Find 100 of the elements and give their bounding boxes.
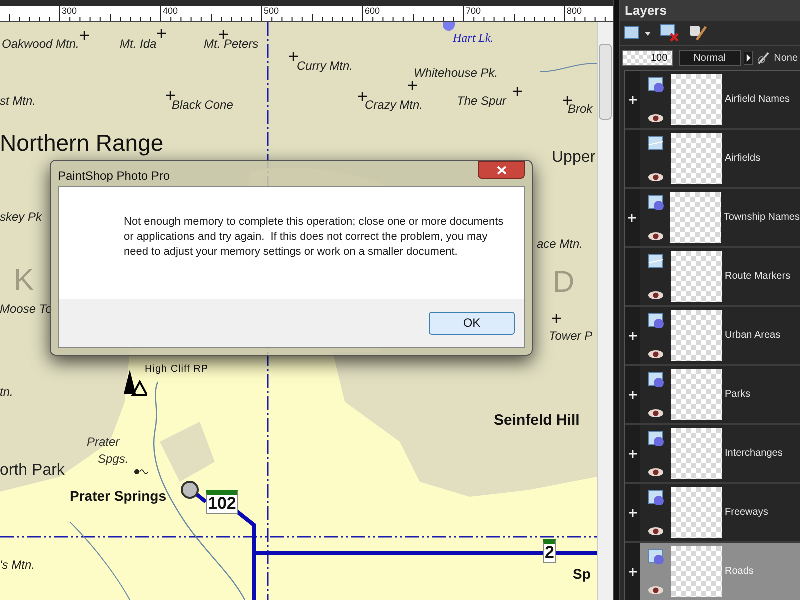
lake-shape [443, 22, 455, 31]
expand-icon[interactable] [628, 96, 636, 104]
ruler-label: 300 [62, 6, 78, 16]
visibility-eye-icon[interactable] [648, 350, 664, 358]
visibility-eye-icon[interactable] [648, 586, 664, 594]
layer-thumbnail [671, 546, 722, 597]
upland-patch [160, 422, 215, 482]
expand-icon[interactable] [628, 508, 636, 516]
layer-row[interactable]: Interchanges [625, 425, 800, 484]
map-label: 's Mtn. [0, 559, 35, 571]
layer-name[interactable]: Parks [725, 387, 751, 402]
map-label: Prater Springs [70, 489, 166, 503]
link-icon[interactable] [756, 50, 772, 66]
visibility-eye-icon[interactable] [648, 408, 664, 418]
map-label: Whitehouse Pk. [414, 67, 498, 79]
visibility-eye-icon[interactable] [648, 526, 664, 536]
layer-thumbnail [671, 133, 722, 184]
map-label: orth Park [0, 463, 65, 479]
mask-brush-icon[interactable] [688, 24, 708, 42]
visibility-eye-icon[interactable] [648, 290, 664, 300]
map-label: Mt. Ida [120, 38, 157, 50]
peak-marker-icon [289, 52, 298, 61]
link-mode-dropdown[interactable]: None [774, 50, 798, 66]
expand-icon[interactable] [628, 390, 636, 398]
campground-icon [123, 370, 147, 396]
map-label: Tower P [549, 330, 593, 342]
ruler-label: 700 [466, 6, 482, 16]
expand-icon[interactable] [628, 568, 636, 576]
map-label: skey Pk [0, 211, 42, 223]
map-label: Sp [573, 567, 591, 581]
opacity-field[interactable]: 100 [622, 50, 673, 66]
ruler-label: 800 [567, 6, 582, 16]
peak-marker-icon [80, 31, 89, 40]
map-label: Northern Range [0, 132, 164, 155]
spring-icon [134, 468, 148, 476]
map-label: Spgs. [98, 453, 129, 465]
map-label: Oakwood Mtn. [2, 38, 80, 50]
layer-thumbnail [671, 251, 722, 302]
layer-thumbnail [671, 310, 722, 361]
peak-marker-icon [552, 314, 561, 323]
new-layer-icon[interactable] [624, 25, 652, 41]
map-label: Brok [568, 103, 593, 115]
close-icon [496, 166, 506, 174]
close-button[interactable] [478, 161, 525, 179]
peak-marker-icon [358, 92, 367, 101]
layer-row[interactable]: Airfield Names [625, 71, 800, 130]
visibility-eye-icon[interactable] [648, 114, 664, 122]
town-marker-icon [180, 480, 200, 500]
expand-arrow-icon[interactable] [744, 51, 753, 65]
expand-icon[interactable] [628, 450, 636, 458]
visibility-eye-icon[interactable] [648, 232, 664, 240]
layer-row[interactable]: Route Markers [625, 248, 800, 307]
visibility-eye-icon[interactable] [648, 468, 664, 476]
layer-name[interactable]: Interchanges [725, 446, 783, 461]
peak-marker-icon [166, 91, 175, 100]
route-shield: 2 [543, 539, 556, 563]
map-label: Black Cone [172, 99, 234, 111]
ruler-label: 500 [264, 6, 280, 16]
layer-thumbnail [671, 487, 722, 538]
layer-row[interactable]: Urban Areas [625, 307, 800, 366]
ok-button[interactable]: OK [429, 312, 515, 334]
layer-row[interactable]: Township Names [625, 189, 800, 248]
layer-thumbnail [671, 74, 722, 125]
ruler-label: 600 [365, 6, 380, 16]
ruler-label: 400 [163, 6, 178, 16]
layer-thumbnail [671, 428, 722, 479]
map-label: Seinfeld Hill [494, 413, 580, 428]
layer-name[interactable]: Township Names [724, 210, 800, 225]
map-label: tn. [0, 386, 14, 398]
layer-name[interactable]: Freeways [725, 505, 768, 520]
delete-layer-icon[interactable] [660, 24, 680, 42]
scrollbar-thumb[interactable] [599, 44, 612, 120]
layer-name[interactable]: Urban Areas [725, 328, 781, 343]
layer-thumbnail [671, 369, 722, 420]
river-line [540, 63, 597, 72]
layer-thumbnail [670, 192, 721, 243]
map-label: ace Mtn. [537, 238, 584, 250]
layer-name[interactable]: Airfield Names [725, 92, 790, 107]
map-label: st Mtn. [0, 95, 36, 107]
layer-row[interactable]: Freeways [625, 484, 800, 543]
layer-name[interactable]: Airfields [725, 151, 761, 166]
map-label: D [553, 268, 575, 298]
blend-mode-dropdown[interactable]: Normal [678, 50, 741, 66]
visibility-eye-icon[interactable] [648, 172, 664, 182]
route-shield: 102 [206, 490, 238, 514]
map-label: Mt. Peters [204, 38, 259, 50]
panel-title: Layers [620, 0, 800, 21]
peak-marker-icon [513, 87, 522, 96]
map-label: Prater [87, 436, 120, 448]
layer-row[interactable]: Airfields [625, 130, 800, 189]
dialog-message: Not enough memory to complete this operation; close one or more documents or applications and try again. If this does not correct the problem, you may need to adjust your memory settings or work on a smaller document. [124, 215, 505, 260]
peak-marker-icon [408, 81, 417, 90]
layer-row[interactable]: Parks [625, 366, 800, 425]
peak-marker-icon [157, 29, 166, 38]
expand-icon[interactable] [628, 332, 636, 340]
map-label: K [14, 266, 34, 296]
map-label: Hart Lk. [453, 32, 494, 44]
expand-icon[interactable] [628, 214, 636, 222]
layer-name[interactable]: Route Markers [725, 269, 791, 284]
vertical-scrollbar[interactable] [597, 22, 613, 600]
